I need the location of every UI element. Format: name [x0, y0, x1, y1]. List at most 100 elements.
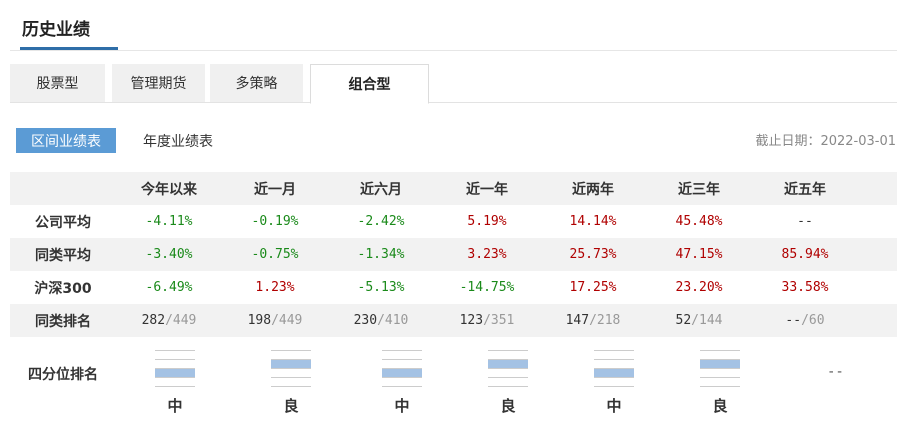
value-cell: -3.40%: [145, 247, 193, 262]
column-header: 近两年: [572, 181, 614, 198]
value-cell: 5.19%: [467, 214, 507, 229]
rank-cell: 230/410: [328, 304, 434, 337]
quartile-grade: 中: [394, 397, 410, 415]
quartile-band: [271, 369, 311, 378]
rank-cell: 147/218: [540, 304, 646, 337]
quartile-graphic: [488, 350, 528, 388]
tab-portfolio[interactable]: 组合型: [310, 64, 429, 104]
quartile-rank-row: 四分位排名 中 良 中 良 中 良 --: [10, 342, 897, 422]
value-cell: -5.13%: [357, 280, 405, 295]
rank-cell: 198/449: [222, 304, 328, 337]
quartile-band: [488, 378, 528, 387]
quartile-band: [155, 360, 195, 369]
table-row: 公司平均 -4.11% -0.19% -2.42% 5.19% 14.14% 4…: [10, 205, 897, 238]
quartile-band: [155, 351, 195, 360]
column-header: 近三年: [678, 181, 720, 198]
tab-managed-futures[interactable]: 管理期货: [112, 64, 205, 102]
quartile-band: [382, 369, 422, 378]
quartile-band: [271, 360, 311, 369]
value-cell: -0.75%: [251, 247, 299, 262]
quartile-graphic: [271, 350, 311, 388]
quartile-band: [382, 360, 422, 369]
value-cell: 17.25%: [569, 280, 617, 295]
column-header: 近一年: [466, 181, 508, 198]
quartile-band: [700, 369, 740, 378]
rank-total: /60: [801, 313, 825, 328]
value-cell: 23.20%: [675, 280, 723, 295]
table-row: 同类平均 -3.40% -0.75% -1.34% 3.23% 25.73% 4…: [10, 238, 897, 271]
row-label: 沪深300: [34, 280, 92, 297]
quartile-graphic: [700, 350, 740, 388]
value-cell: -0.19%: [251, 214, 299, 229]
quartile-band: [382, 378, 422, 387]
quartile-graphic: [594, 350, 634, 388]
table-header-row: 今年以来 近一月 近六月 近一年 近两年 近三年 近五年: [10, 172, 897, 205]
quartile-band: [594, 360, 634, 369]
tab-multi-strategy[interactable]: 多策略: [210, 64, 303, 102]
quartile-band: [382, 351, 422, 360]
quartile-grade: 中: [606, 397, 622, 415]
fund-type-tabs: 股票型 管理期货 多策略 组合型: [10, 64, 897, 104]
quartile-band: [155, 378, 195, 387]
tab-annual-performance[interactable]: 年度业绩表: [130, 128, 226, 153]
value-cell: 1.23%: [255, 280, 295, 295]
table-row-rank: 同类排名 282/449 198/449 230/410 123/351 147…: [10, 304, 897, 337]
quartile-band: [594, 369, 634, 378]
quartile-band: [594, 378, 634, 387]
quartile-grade: 良: [283, 397, 299, 415]
value-cell: 3.23%: [467, 247, 507, 262]
rank-value: 282: [141, 313, 166, 328]
quartile-band: [155, 369, 195, 378]
rank-cell: 123/351: [434, 304, 540, 337]
value-cell: -14.75%: [459, 280, 515, 295]
value-cell: -4.11%: [145, 214, 193, 229]
quartile-band: [488, 360, 528, 369]
quartile-grade: 良: [712, 397, 728, 415]
rank-cell: 282/449: [116, 304, 222, 337]
rank-total: /449: [165, 313, 197, 328]
quartile-band: [271, 378, 311, 387]
value-cell: 45.48%: [675, 214, 723, 229]
section-header: 历史业绩: [10, 0, 897, 51]
quartile-band: [700, 360, 740, 369]
deadline-date: 截止日期：2022-03-01: [755, 134, 896, 149]
quartile-grade: --: [827, 364, 844, 380]
section-title: 历史业绩: [22, 20, 90, 40]
value-cell: -2.42%: [357, 214, 405, 229]
rank-cell: 52/144: [646, 304, 752, 337]
column-header: 近一月: [254, 181, 296, 198]
value-cell: 47.15%: [675, 247, 723, 262]
rank-value: 123: [459, 313, 484, 328]
row-label: 公司平均: [35, 214, 91, 231]
quartile-grade: 中: [167, 397, 183, 415]
quartile-band: [488, 369, 528, 378]
quartile-band: [271, 351, 311, 360]
value-cell: 25.73%: [569, 247, 617, 262]
quartile-band: [700, 378, 740, 387]
value-cell: -1.34%: [357, 247, 405, 262]
rank-total: /218: [589, 313, 621, 328]
title-underline: [20, 47, 118, 50]
quartile-graphic: [155, 350, 195, 388]
value-cell: 14.14%: [569, 214, 617, 229]
rank-total: /351: [483, 313, 515, 328]
row-label: 同类排名: [35, 313, 91, 330]
rank-value: 198: [247, 313, 272, 328]
rank-value: 147: [565, 313, 590, 328]
column-header: 今年以来: [141, 181, 197, 198]
tab-interval-performance[interactable]: 区间业绩表: [16, 128, 116, 153]
quartile-label: 四分位排名: [28, 367, 98, 383]
tab-stock[interactable]: 股票型: [10, 64, 105, 102]
quartile-band: [700, 351, 740, 360]
quartile-band: [488, 351, 528, 360]
column-header: 近五年: [784, 181, 826, 198]
rank-total: /410: [377, 313, 409, 328]
rank-value: 230: [353, 313, 378, 328]
rank-value: --: [785, 313, 802, 328]
rank-total: /144: [691, 313, 723, 328]
value-cell: -6.49%: [145, 280, 193, 295]
quartile-graphic: [382, 350, 422, 388]
value-cell: --: [797, 214, 813, 229]
quartile-band: [594, 351, 634, 360]
rank-cell: --/60: [752, 304, 858, 337]
